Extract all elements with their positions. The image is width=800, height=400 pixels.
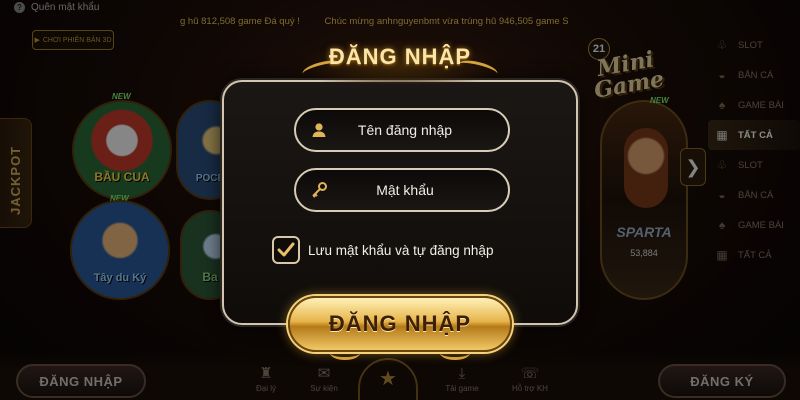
username-field[interactable]: Tên đăng nhập [294, 108, 510, 152]
username-placeholder: Tên đăng nhập [357, 122, 453, 138]
submit-login-button[interactable]: ĐĂNG NHẬP [288, 296, 512, 360]
ornament-right [440, 346, 470, 360]
submit-login-label: ĐĂNG NHẬP [328, 311, 472, 336]
dialog-title: ĐĂNG NHẬP [328, 44, 472, 69]
remember-me-option[interactable]: Lưu mật khẩu và tự đăng nhập [272, 236, 493, 264]
ornament-left [330, 346, 360, 360]
dialog-title-banner: ĐĂNG NHẬP [300, 38, 500, 84]
checkmark-icon [277, 242, 295, 257]
remember-checkbox[interactable] [272, 236, 300, 264]
login-dialog: Tên đăng nhập Mật khẩu Lưu mật khẩu và t… [222, 80, 578, 325]
user-icon [296, 122, 342, 138]
password-field[interactable]: Mật khẩu [294, 168, 510, 212]
remember-label: Lưu mật khẩu và tự đăng nhập [308, 242, 494, 258]
key-icon [296, 181, 342, 199]
password-placeholder: Mật khẩu [376, 182, 434, 198]
